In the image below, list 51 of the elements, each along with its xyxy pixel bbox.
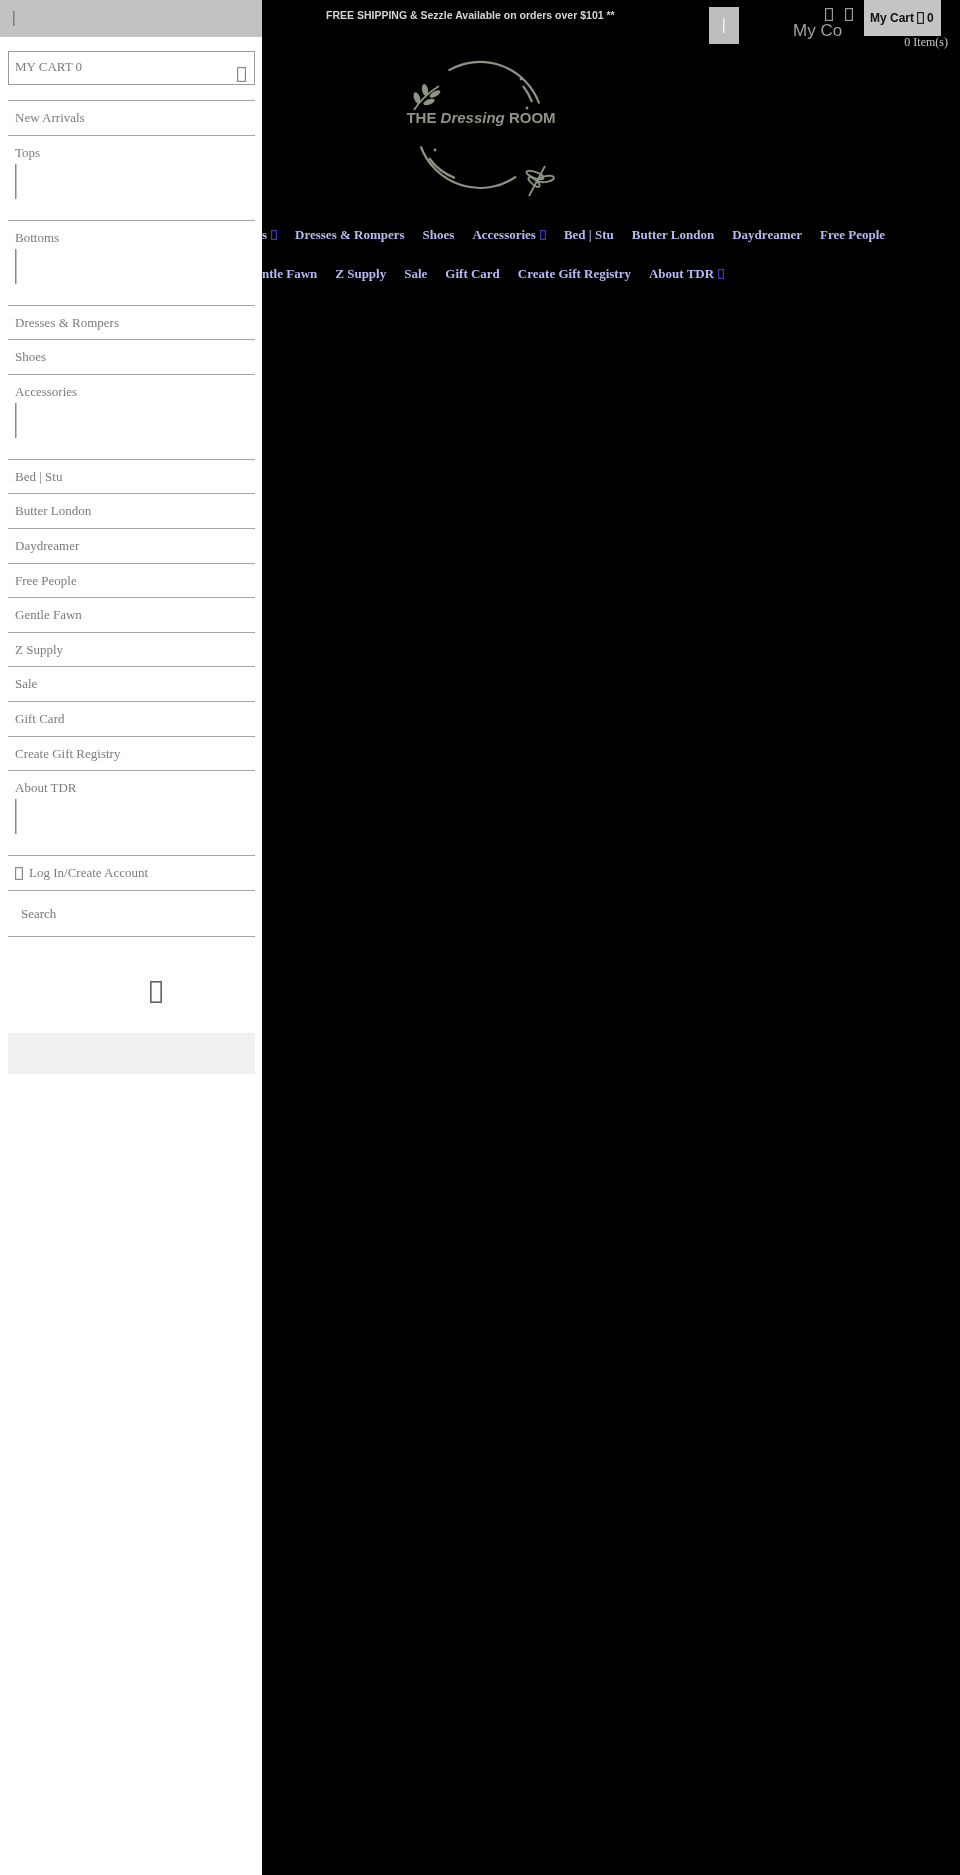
nav-link[interactable]: Dresses & Rompers bbox=[295, 227, 405, 243]
menu-link[interactable]: Shoes bbox=[15, 349, 47, 366]
empty-box-icon bbox=[15, 866, 23, 880]
menu-link[interactable]: Accessories bbox=[15, 383, 78, 400]
menu-link[interactable]: Daydreamer bbox=[15, 537, 80, 554]
empty-box-icon bbox=[237, 67, 246, 82]
vertical-line-icon[interactable] bbox=[15, 248, 17, 284]
menu-link[interactable]: Dresses & Rompers bbox=[15, 314, 119, 331]
logo-text[interactable]: THE Dressing ROOM bbox=[395, 109, 567, 126]
menu-link[interactable]: Z Supply bbox=[15, 641, 64, 658]
empty-box-icon bbox=[845, 8, 853, 21]
menu-link[interactable]: Gift Card bbox=[15, 710, 65, 727]
vertical-line-icon[interactable] bbox=[15, 402, 17, 438]
login-link[interactable]: Log In/Create Account bbox=[15, 865, 149, 882]
cart-count-text: 0 Item(s) bbox=[904, 36, 948, 49]
cart-button[interactable]: My Cart 0 bbox=[864, 0, 941, 36]
menu-link[interactable]: New Arrivals bbox=[15, 110, 85, 126]
search-field[interactable]: Search bbox=[8, 890, 255, 937]
menu-link[interactable]: Gentle Fawn bbox=[15, 607, 82, 624]
nav-link[interactable]: Butter London bbox=[631, 227, 715, 243]
nav-link[interactable]: Free People bbox=[820, 227, 886, 243]
nav-link[interactable]: Sale bbox=[404, 266, 428, 282]
menu-link[interactable]: Butter London bbox=[15, 503, 92, 520]
menu-link[interactable]: Bottoms bbox=[15, 229, 60, 246]
menu-link[interactable]: Tops bbox=[15, 144, 41, 161]
menu-link[interactable]: Bed | Stu bbox=[15, 468, 63, 485]
vertical-line-icon[interactable] bbox=[13, 11, 15, 26]
empty-box-icon bbox=[917, 12, 924, 24]
nav-link[interactable]: Gift Card bbox=[445, 266, 500, 282]
toggle-button[interactable] bbox=[709, 7, 739, 44]
vertical-line-icon bbox=[723, 18, 725, 33]
nav-link[interactable]: Daydreamer bbox=[732, 227, 803, 243]
nav-link[interactable]: Shoes bbox=[422, 227, 455, 243]
nav-link[interactable]: Bed | Stu bbox=[563, 227, 614, 243]
nav-link[interactable]: Z Supply bbox=[335, 266, 387, 282]
nav-link[interactable]: About TDR bbox=[648, 266, 725, 282]
empty-box-icon bbox=[150, 981, 162, 1004]
cart-button[interactable]: MY CART 0 bbox=[8, 51, 255, 85]
nav-link[interactable]: s bbox=[262, 227, 278, 243]
menu-link[interactable]: Sale bbox=[15, 676, 38, 693]
nav-link[interactable]: Create Gift Registry bbox=[517, 266, 631, 282]
empty-box-icon bbox=[825, 8, 833, 21]
nav-link[interactable]: Accessories bbox=[472, 227, 546, 243]
vertical-line-icon[interactable] bbox=[15, 163, 17, 199]
vertical-line-icon[interactable] bbox=[15, 799, 17, 835]
announcement-text: FREE SHIPPING & Sezzle Available on orders over $101 ** bbox=[326, 9, 615, 21]
menu-link[interactable]: Free People bbox=[15, 572, 77, 589]
menu-link[interactable]: About TDR bbox=[15, 780, 77, 797]
menu-link[interactable]: Create Gift Registry bbox=[15, 745, 121, 762]
nav-link[interactable]: ntle Fawn bbox=[262, 266, 318, 282]
cart-text: My Co bbox=[793, 22, 843, 40]
